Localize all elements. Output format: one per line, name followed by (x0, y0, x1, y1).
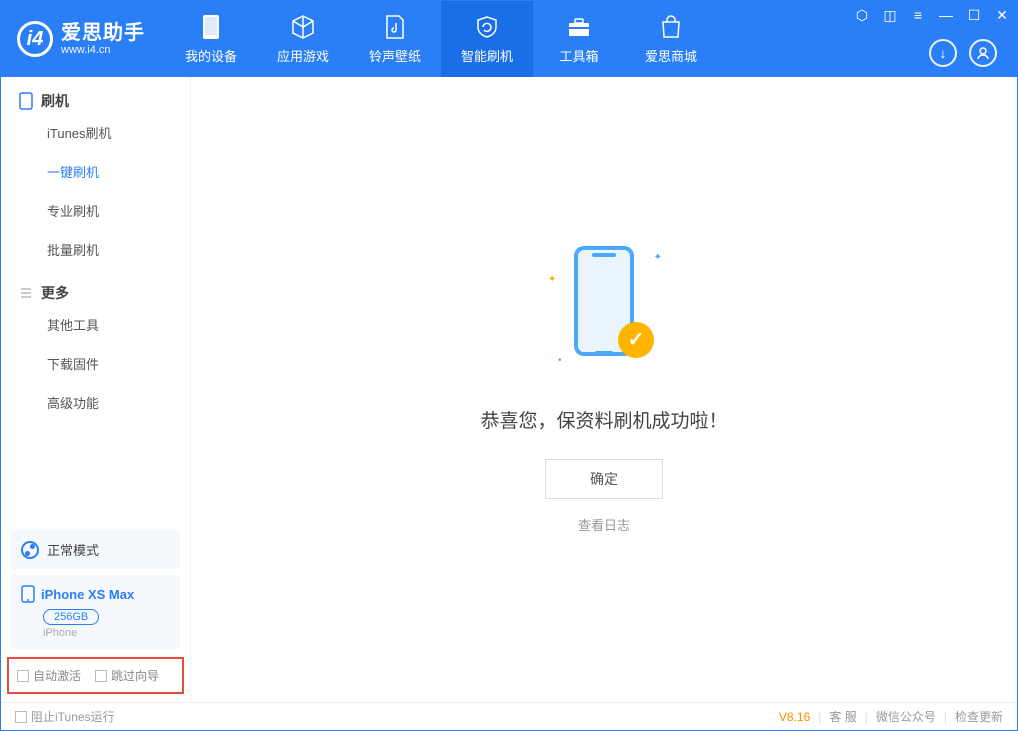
device-mode-box[interactable]: 正常模式 (11, 530, 180, 569)
app-url: www.i4.cn (61, 44, 145, 56)
music-file-icon (382, 14, 408, 40)
checkbox-label: 自动激活 (33, 667, 81, 684)
sidebar-item-one-click-flash[interactable]: 一键刷机 (1, 152, 190, 191)
success-illustration: ✦ ✦ • ✓ (544, 246, 664, 386)
app-header: i4 爱思助手 www.i4.cn 我的设备 应用游戏 铃声壁纸 智能刷机 工具… (1, 1, 1017, 77)
device-info-box[interactable]: iPhone XS Max 256GB iPhone (11, 575, 180, 649)
device-capacity: 256GB (43, 609, 99, 625)
menu-icon[interactable]: ≡ (909, 7, 927, 24)
nav-label: 应用游戏 (277, 46, 329, 65)
separator: | (944, 710, 947, 724)
main-content: ✦ ✦ • ✓ 恭喜您，保资料刷机成功啦！ 确定 查看日志 (191, 77, 1017, 702)
window-controls: ⬡ ◫ ≡ ― ☐ ✕ (853, 7, 1011, 24)
shirt-icon[interactable]: ⬡ (853, 7, 871, 24)
sidebar-section-label: 更多 (41, 283, 69, 303)
mode-icon (21, 541, 39, 559)
sidebar-item-pro-flash[interactable]: 专业刷机 (1, 191, 190, 230)
nav-label: 爱思商城 (645, 46, 697, 65)
separator: | (865, 710, 868, 724)
checkbox-label: 跳过向导 (111, 667, 159, 684)
sidebar: 刷机 iTunes刷机 一键刷机 专业刷机 批量刷机 更多 其他工具 下载固件 … (1, 77, 191, 702)
sparkle-icon: ✦ (654, 252, 662, 263)
lock-icon[interactable]: ◫ (881, 7, 899, 24)
sparkle-icon: ✦ (548, 274, 556, 285)
sidebar-bottom: 正常模式 iPhone XS Max 256GB iPhone 自动激活 跳过向… (1, 524, 190, 702)
nav-apps-games[interactable]: 应用游戏 (257, 1, 349, 77)
check-update-link[interactable]: 检查更新 (955, 708, 1003, 725)
nav-label: 我的设备 (185, 46, 237, 65)
list-icon (19, 286, 33, 300)
download-button[interactable]: ↓ (929, 39, 957, 67)
sidebar-section-more: 更多 (1, 269, 190, 305)
sidebar-item-advanced[interactable]: 高级功能 (1, 383, 190, 422)
nav-ringtone-wallpaper[interactable]: 铃声壁纸 (349, 1, 441, 77)
nav-label: 智能刷机 (461, 46, 513, 65)
check-badge-icon: ✓ (618, 322, 654, 358)
app-body: 刷机 iTunes刷机 一键刷机 专业刷机 批量刷机 更多 其他工具 下载固件 … (1, 77, 1017, 702)
sidebar-item-batch-flash[interactable]: 批量刷机 (1, 230, 190, 269)
flash-options-row: 自动激活 跳过向导 (7, 657, 184, 694)
sidebar-item-itunes-flash[interactable]: iTunes刷机 (1, 113, 190, 152)
phone-icon (198, 14, 224, 40)
nav-my-device[interactable]: 我的设备 (165, 1, 257, 77)
main-nav: 我的设备 应用游戏 铃声壁纸 智能刷机 工具箱 爱思商城 (165, 1, 717, 77)
checkbox-auto-activate[interactable]: 自动激活 (17, 667, 81, 684)
close-button[interactable]: ✕ (993, 7, 1011, 24)
phone-icon (21, 585, 35, 603)
wechat-link[interactable]: 微信公众号 (876, 708, 936, 725)
view-log-link[interactable]: 查看日志 (578, 515, 630, 534)
user-button[interactable] (969, 39, 997, 67)
app-name: 爱思助手 (61, 22, 145, 44)
logo-icon: i4 (17, 21, 53, 57)
mode-label: 正常模式 (47, 540, 99, 559)
sparkle-icon: • (558, 355, 562, 366)
refresh-shield-icon (474, 14, 500, 40)
bag-icon (658, 14, 684, 40)
checkbox-label: 阻止iTunes运行 (31, 708, 115, 725)
support-link[interactable]: 客 服 (829, 708, 856, 725)
header-actions: ↓ (929, 39, 997, 67)
app-logo: i4 爱思助手 www.i4.cn (1, 1, 165, 77)
nav-label: 工具箱 (559, 46, 598, 65)
checkbox-block-itunes[interactable]: 阻止iTunes运行 (15, 708, 115, 725)
sidebar-item-download-firmware[interactable]: 下载固件 (1, 344, 190, 383)
ok-button[interactable]: 确定 (545, 459, 663, 499)
device-type: iPhone (43, 627, 170, 639)
status-bar: 阻止iTunes运行 V8.16 | 客 服 | 微信公众号 | 检查更新 (1, 702, 1017, 730)
sidebar-section-label: 刷机 (41, 91, 69, 111)
maximize-button[interactable]: ☐ (965, 7, 983, 24)
minimize-button[interactable]: ― (937, 7, 955, 24)
device-icon (19, 92, 33, 110)
checkbox-skip-guide[interactable]: 跳过向导 (95, 667, 159, 684)
nav-label: 铃声壁纸 (369, 46, 421, 65)
toolbox-icon (566, 14, 592, 40)
cube-icon (290, 14, 316, 40)
separator: | (818, 710, 821, 724)
nav-store[interactable]: 爱思商城 (625, 1, 717, 77)
sidebar-section-flash: 刷机 (1, 77, 190, 113)
nav-toolbox[interactable]: 工具箱 (533, 1, 625, 77)
device-name: iPhone XS Max (41, 587, 134, 602)
nav-smart-flash[interactable]: 智能刷机 (441, 1, 533, 77)
sidebar-item-other-tools[interactable]: 其他工具 (1, 305, 190, 344)
success-message: 恭喜您，保资料刷机成功啦！ (480, 406, 727, 433)
version-label: V8.16 (779, 710, 810, 724)
